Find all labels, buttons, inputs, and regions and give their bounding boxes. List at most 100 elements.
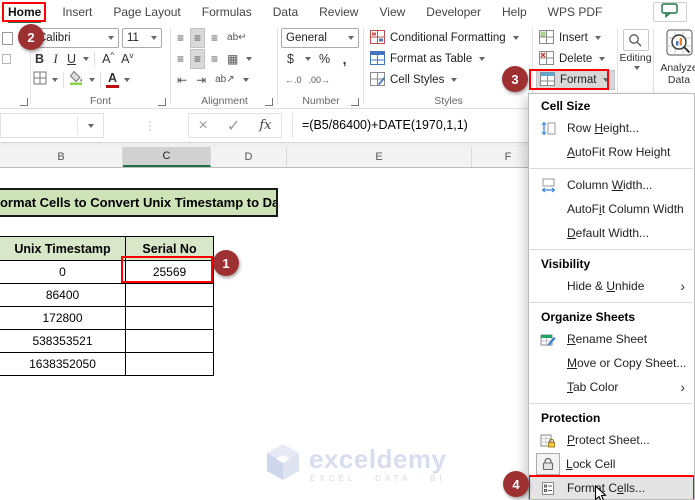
tab-view[interactable]: View bbox=[379, 0, 405, 24]
underline-button[interactable]: U bbox=[65, 52, 78, 66]
increase-indent-icon[interactable]: ⇥ bbox=[193, 71, 209, 89]
clipboard-dialog-launcher[interactable] bbox=[20, 98, 28, 106]
tab-page-layout[interactable]: Page Layout bbox=[113, 0, 180, 24]
align-left-icon[interactable]: ≡ bbox=[174, 50, 187, 68]
menu-item-lock-cell[interactable]: Lock Cell bbox=[529, 452, 694, 476]
table-header-serial-no[interactable]: Serial No bbox=[126, 237, 214, 261]
menu-item-rename-sheet[interactable]: Rename Sheet bbox=[529, 327, 694, 351]
exceldemy-logo-icon bbox=[266, 443, 300, 486]
font-name-select[interactable]: Calibri bbox=[33, 28, 119, 48]
align-center-icon[interactable]: ≡ bbox=[190, 49, 206, 69]
menu-item-autofit-row-height[interactable]: AutoFit Row Height bbox=[529, 140, 694, 164]
wrap-text-icon[interactable]: ab↵ bbox=[224, 29, 250, 47]
tab-formulas[interactable]: Formulas bbox=[202, 0, 252, 24]
search-button[interactable] bbox=[622, 29, 649, 51]
table-cell-r4-c2[interactable] bbox=[126, 330, 214, 353]
submenu-arrow-icon: › bbox=[680, 379, 685, 395]
merge-center-icon[interactable]: ▦ bbox=[224, 50, 241, 68]
font-group: Calibri 11 B I U A^ Av A Font bbox=[33, 27, 168, 108]
format-button[interactable]: Format bbox=[536, 70, 615, 90]
table-icon bbox=[370, 50, 385, 68]
table-cell-r1-c1[interactable]: 0 bbox=[0, 261, 126, 284]
borders-icon[interactable] bbox=[33, 71, 47, 90]
menu-item-move-or-copy-sheet[interactable]: Move or Copy Sheet... bbox=[529, 351, 694, 375]
table-cell-r1-c2[interactable]: 25569 bbox=[126, 261, 214, 284]
currency-icon[interactable]: $ bbox=[284, 52, 297, 66]
insert-function-icon[interactable]: fx bbox=[259, 118, 271, 133]
delete-button[interactable]: Delete bbox=[536, 49, 615, 69]
enter-formula-icon[interactable]: ✓ bbox=[227, 116, 240, 136]
font-dialog-launcher[interactable] bbox=[158, 98, 166, 106]
cancel-formula-icon[interactable]: × bbox=[199, 117, 208, 135]
column-header-c[interactable]: C bbox=[123, 147, 211, 167]
alignment-group: ≡ ≡ ≡ ab↵ ≡ ≡ ≡ ▦ ⇤ ⇥ ab↗ Alignment bbox=[174, 27, 275, 108]
format-as-table-button[interactable]: Format as Table bbox=[367, 49, 530, 69]
number-format-select[interactable]: General bbox=[281, 28, 359, 48]
percent-icon[interactable]: % bbox=[317, 52, 332, 66]
menu-item-autofit-column-width[interactable]: AutoFit Column Width bbox=[529, 197, 694, 221]
delete-cells-icon bbox=[539, 50, 554, 68]
menu-separator bbox=[530, 403, 693, 404]
table-cell-r2-c2[interactable] bbox=[126, 284, 214, 307]
tab-home[interactable]: Home bbox=[8, 0, 42, 24]
format-painter-icon[interactable] bbox=[2, 54, 11, 64]
menu-item-hide-unhide[interactable]: Hide & Unhide › bbox=[529, 274, 694, 298]
align-right-icon[interactable]: ≡ bbox=[208, 50, 221, 68]
decrease-indent-icon[interactable]: ⇤ bbox=[174, 71, 190, 89]
row-height-icon bbox=[535, 117, 561, 139]
decrease-font-button[interactable]: Av bbox=[119, 51, 135, 66]
table-cell-r4-c1[interactable]: 538353521 bbox=[0, 330, 126, 353]
font-group-label: Font bbox=[89, 95, 111, 107]
align-middle-icon[interactable]: ≡ bbox=[190, 28, 206, 48]
comma-icon[interactable]: , bbox=[338, 51, 351, 67]
table-cell-r5-c2[interactable] bbox=[126, 353, 214, 376]
column-header-e[interactable]: E bbox=[287, 147, 472, 167]
menu-item-protect-sheet[interactable]: Protect Sheet... bbox=[529, 428, 694, 452]
table-cell-r5-c1[interactable]: 1638352050 bbox=[0, 353, 126, 376]
table-header-unix-timestamp[interactable]: Unix Timestamp bbox=[0, 237, 126, 261]
column-header-d[interactable]: D bbox=[211, 147, 287, 167]
number-dialog-launcher[interactable] bbox=[351, 98, 359, 106]
title-banner-cell[interactable]: Format Cells to Convert Unix Timestamp t… bbox=[0, 188, 278, 217]
increase-font-button[interactable]: A^ bbox=[100, 51, 116, 66]
name-box[interactable] bbox=[0, 113, 104, 138]
tab-insert[interactable]: Insert bbox=[62, 0, 92, 24]
comment-icon bbox=[661, 3, 679, 21]
menu-item-default-width[interactable]: Default Width... bbox=[529, 221, 694, 245]
column-header-b[interactable]: B bbox=[0, 147, 123, 167]
tab-review[interactable]: Review bbox=[319, 0, 358, 24]
formula-bar-handle[interactable]: ⋮ bbox=[144, 119, 156, 133]
orientation-icon[interactable]: ab↗ bbox=[212, 71, 238, 89]
decrease-decimal-icon[interactable]: .00→ bbox=[309, 75, 331, 85]
align-bottom-icon[interactable]: ≡ bbox=[208, 29, 221, 47]
menu-item-tab-color[interactable]: Tab Color › bbox=[529, 375, 694, 399]
align-top-icon[interactable]: ≡ bbox=[174, 29, 187, 47]
bold-button[interactable]: B bbox=[33, 52, 46, 66]
paste-icon[interactable] bbox=[2, 31, 13, 45]
conditional-formatting-button[interactable]: Conditional Formatting bbox=[367, 28, 530, 48]
menu-item-format-cells[interactable]: Format Cells... bbox=[529, 475, 694, 499]
alignment-dialog-launcher[interactable] bbox=[265, 98, 273, 106]
tab-data[interactable]: Data bbox=[273, 0, 298, 24]
table-cell-r3-c1[interactable]: 172800 bbox=[0, 307, 126, 330]
comments-button[interactable] bbox=[653, 2, 687, 22]
tab-help[interactable]: Help bbox=[502, 0, 527, 24]
increase-decimal-icon[interactable]: ←.0 bbox=[285, 75, 302, 85]
tab-wps-pdf[interactable]: WPS PDF bbox=[548, 0, 603, 24]
menu-section-organize-sheets: Organize Sheets bbox=[541, 310, 636, 324]
menu-item-row-height[interactable]: Row Height... bbox=[529, 116, 694, 140]
font-size-select[interactable]: 11 bbox=[122, 28, 162, 48]
menu-item-column-width[interactable]: Column Width... bbox=[529, 173, 694, 197]
font-color-icon[interactable]: A bbox=[106, 72, 120, 88]
analyze-data-label[interactable]: Analyze Data bbox=[656, 62, 695, 86]
tab-developer[interactable]: Developer bbox=[426, 0, 481, 24]
table-cell-r2-c1[interactable]: 86400 bbox=[0, 284, 126, 307]
insert-button[interactable]: Insert bbox=[536, 28, 615, 48]
fill-color-icon[interactable] bbox=[69, 70, 84, 90]
table-cell-r3-c2[interactable] bbox=[126, 307, 214, 330]
ribbon-tab-bar: Home Insert Page Layout Formulas Data Review V… bbox=[0, 0, 695, 24]
step-badge-2: 2 bbox=[18, 24, 44, 50]
analyze-data-icon[interactable] bbox=[666, 29, 693, 61]
editing-label[interactable]: Editing bbox=[619, 52, 651, 64]
italic-button[interactable]: I bbox=[49, 52, 62, 67]
